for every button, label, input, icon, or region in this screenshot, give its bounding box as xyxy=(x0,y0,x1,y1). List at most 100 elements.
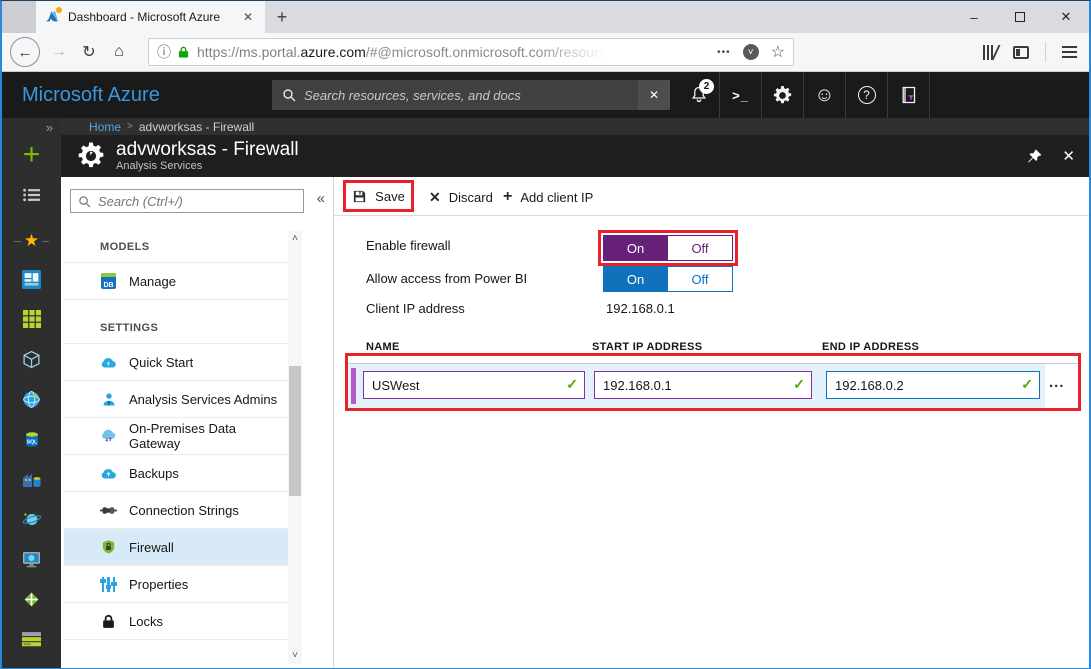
rail-item-favorites[interactable]: ★ xyxy=(2,226,61,256)
refresh-button[interactable]: ↻ xyxy=(74,42,104,62)
cosmos-db-icon xyxy=(22,510,42,529)
secure-lock-icon xyxy=(178,45,189,59)
menu-search-input[interactable] xyxy=(98,194,278,209)
tab-close-icon[interactable]: ✕ xyxy=(239,8,257,26)
menu-item-gateway[interactable]: On-Premises Data Gateway xyxy=(64,418,288,455)
save-icon xyxy=(352,189,367,204)
rail-item-app-services[interactable] xyxy=(2,384,61,414)
rail-item-storage-accounts[interactable] xyxy=(2,624,61,654)
start-ip-input[interactable] xyxy=(594,371,812,399)
enable-firewall-on-button[interactable]: On xyxy=(603,235,668,261)
scroll-down-icon[interactable]: ˅ xyxy=(288,648,302,664)
rail-item-dashboard[interactable] xyxy=(2,264,61,294)
window-controls: – ✕ xyxy=(951,1,1089,33)
close-blade-icon[interactable]: ✕ xyxy=(1062,147,1075,165)
save-annotation-box: Save xyxy=(343,180,414,212)
maximize-button[interactable] xyxy=(997,1,1043,33)
enable-firewall-off-button[interactable]: Off xyxy=(668,235,733,261)
feedback-button[interactable]: ☺ xyxy=(804,72,845,118)
power-bi-off-button[interactable]: Off xyxy=(668,266,733,292)
power-bi-label: Allow access from Power BI xyxy=(366,271,527,286)
pin-icon[interactable] xyxy=(1027,149,1042,164)
menu-hamburger-icon[interactable] xyxy=(1062,46,1077,58)
rail-item-create-resource[interactable]: + xyxy=(2,140,61,170)
rail-item-data-factory[interactable] xyxy=(2,464,61,494)
menu-item-connection-strings[interactable]: Connection Strings xyxy=(64,492,288,529)
cube-icon xyxy=(22,350,41,369)
azure-brand[interactable]: Microsoft Azure xyxy=(22,84,252,107)
close-window-button[interactable]: ✕ xyxy=(1043,1,1089,33)
menu-scrollbar[interactable]: ˄ ˅ xyxy=(288,231,302,664)
page-subtitle: Analysis Services xyxy=(116,160,299,172)
valid-check-icon: ✓ xyxy=(793,376,805,393)
page-title: advworksas - Firewall xyxy=(116,140,299,160)
menu-item-admins[interactable]: Analysis Services Admins xyxy=(64,381,288,418)
breadcrumb-current: advworksas - Firewall xyxy=(139,120,254,134)
start-ip-field: ✓ xyxy=(594,371,812,399)
site-info-icon[interactable]: ⓘ xyxy=(157,42,171,62)
rail-item-cosmos-db[interactable] xyxy=(2,504,61,534)
expand-rail-icon[interactable]: » xyxy=(46,120,53,135)
page-actions-icon[interactable]: ••• xyxy=(717,47,731,58)
menu-section-models: MODELS xyxy=(64,231,288,263)
menu-item-locks[interactable]: Locks xyxy=(64,603,288,640)
power-bi-on-button[interactable]: On xyxy=(603,266,668,292)
discard-button[interactable]: ✕ Discard xyxy=(429,184,493,210)
database-icon: DB xyxy=(100,273,117,290)
blade-header: advworksas - Firewall Analysis Services … xyxy=(61,135,1089,177)
library-icon[interactable] xyxy=(983,45,997,60)
browser-tab[interactable]: Dashboard - Microsoft Azure ✕ xyxy=(36,1,265,33)
cloud-gateway-icon xyxy=(100,428,117,445)
menu-item-firewall[interactable]: Firewall xyxy=(64,529,288,566)
search-icon xyxy=(78,195,91,208)
notifications-button[interactable]: 2 xyxy=(678,72,719,118)
add-client-ip-button[interactable]: + Add client IP xyxy=(503,184,593,210)
pocket-icon[interactable]: ˅ xyxy=(743,44,759,60)
gear-icon xyxy=(772,85,793,106)
back-button[interactable]: ← xyxy=(10,37,40,67)
global-search[interactable]: Search resources, services, and docs ✕ xyxy=(272,80,670,110)
row-context-menu-icon[interactable]: ... xyxy=(1049,374,1065,391)
rail-item-resource-groups[interactable] xyxy=(2,344,61,374)
rail-item-virtual-machines[interactable] xyxy=(2,544,61,574)
collapse-menu-icon[interactable]: « xyxy=(317,190,325,207)
rail-item-all-resources[interactable] xyxy=(2,304,61,334)
enable-firewall-toggle: On Off xyxy=(603,235,733,261)
directory-filter-button[interactable] xyxy=(888,72,929,118)
rule-name-input[interactable] xyxy=(363,371,585,399)
address-bar[interactable]: ⓘ https://ms.portal.azure.com/#@microsof… xyxy=(148,38,794,66)
factory-database-icon xyxy=(22,470,41,488)
help-button[interactable]: ? xyxy=(846,72,887,118)
settings-button[interactable] xyxy=(762,72,803,118)
maximize-icon xyxy=(1015,12,1025,22)
rail-item-all-services[interactable] xyxy=(2,180,61,210)
tab-bar: Dashboard - Microsoft Azure ✕ + – ✕ xyxy=(2,1,1089,33)
favorites-star-icon: ★ xyxy=(14,231,49,251)
end-ip-input[interactable] xyxy=(826,371,1040,399)
new-tab-button[interactable]: + xyxy=(265,1,299,33)
minimize-button[interactable]: – xyxy=(951,1,997,33)
clear-search-icon[interactable]: ✕ xyxy=(638,80,670,110)
rail-item-sql-databases[interactable]: SQL xyxy=(2,424,61,454)
firewall-rule-annotation-box: ✓ ✓ ✓ ... xyxy=(345,353,1081,411)
menu-item-quick-start[interactable]: Quick Start xyxy=(64,344,288,381)
home-button[interactable]: ⌂ xyxy=(104,43,134,61)
bookmark-star-icon[interactable]: ☆ xyxy=(771,42,785,62)
menu-item-backups[interactable]: Backups xyxy=(64,455,288,492)
menu-search[interactable] xyxy=(70,189,304,213)
scroll-up-icon[interactable]: ˄ xyxy=(288,231,302,247)
menu-item-manage[interactable]: DB Manage xyxy=(64,263,288,300)
all-services-icon xyxy=(23,188,41,202)
end-ip-field: ✓ xyxy=(826,371,1040,399)
resource-grid-icon xyxy=(23,310,41,328)
sidebar-toggle-icon[interactable] xyxy=(1013,46,1029,59)
menu-item-properties[interactable]: Properties xyxy=(64,566,288,603)
forward-button[interactable]: → xyxy=(44,43,74,61)
cloud-shell-icon: >_ xyxy=(732,88,749,103)
breadcrumb-home-link[interactable]: Home xyxy=(89,120,121,134)
save-button[interactable]: Save xyxy=(352,183,405,209)
scrollbar-thumb[interactable] xyxy=(289,366,301,496)
cloud-shell-button[interactable]: >_ xyxy=(720,72,761,118)
rail-item-load-balancer[interactable] xyxy=(2,584,61,614)
plus-icon: + xyxy=(503,188,512,206)
